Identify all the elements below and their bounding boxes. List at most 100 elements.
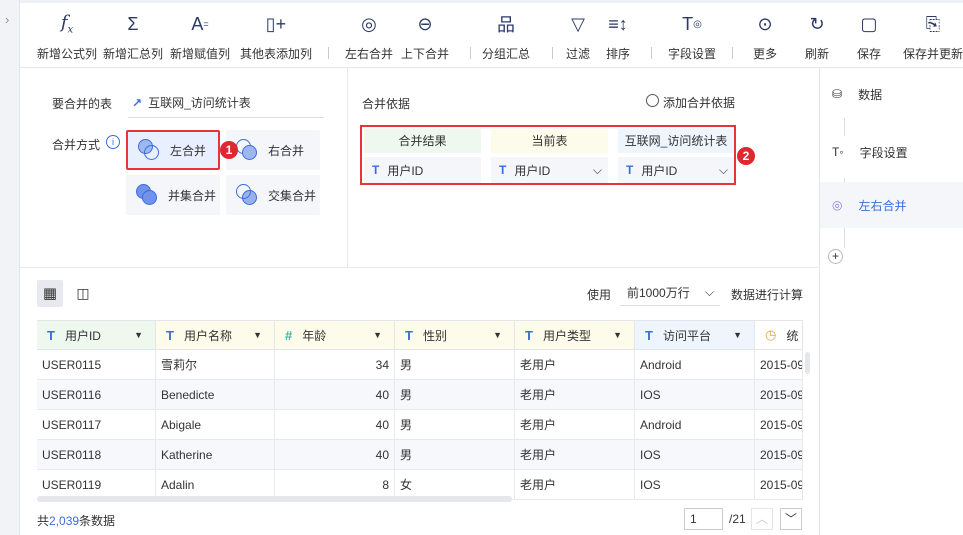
- chevron-down-icon: ⌵: [704, 285, 714, 299]
- text-type-icon: T: [499, 163, 507, 177]
- toolbar-add-column-button[interactable]: ▯+ 其他表添加列: [239, 3, 313, 69]
- toolbar-sigma-button[interactable]: Σ 新增汇总列: [98, 3, 168, 69]
- step-field-settings[interactable]: T◦ 字段设置: [820, 123, 963, 181]
- row-limit-select[interactable]: 前1000万行 ⌵: [620, 280, 720, 306]
- layout-view-button[interactable]: ◫: [72, 280, 94, 307]
- table-select[interactable]: ↗ 互联网_访问统计表: [128, 88, 324, 118]
- toolbar-save-update-button[interactable]: ⎘ 保存并更新: [898, 3, 963, 69]
- table-row: USER0115 雪莉尔 34 男老用户 Android 2015-09: [37, 350, 803, 380]
- step-data[interactable]: ⛁ 数据: [820, 65, 963, 123]
- compute-label: 数据进行计算: [731, 288, 804, 302]
- toolbar-separator: [470, 47, 471, 59]
- table-row: USER0118 Katherine 40 男老用户 IOS 2015-09: [37, 440, 803, 470]
- table-cell: 男: [395, 440, 515, 470]
- column-header[interactable]: ◷ 统: [755, 321, 803, 349]
- add-basis-label: 添加合并依据: [663, 96, 736, 110]
- add-basis-button[interactable]: 添加合并依据: [646, 94, 735, 111]
- column-header[interactable]: T 用户ID ▼: [37, 321, 156, 349]
- table-cell: 老用户: [515, 410, 635, 440]
- table-cell: 男: [395, 380, 515, 410]
- column-header[interactable]: # 年龄 ▼: [275, 321, 395, 349]
- next-page-button[interactable]: ﹀: [780, 508, 802, 530]
- method-label-text: 右合并: [268, 143, 305, 158]
- toolbar-sort-button[interactable]: ≡↕ 排序: [583, 3, 653, 69]
- fx-icon: fx: [60, 12, 74, 36]
- toolbar-label: 其他表添加列: [239, 47, 313, 61]
- grid-view-button[interactable]: ▦: [37, 280, 63, 307]
- sort-dropdown-icon[interactable]: ▼: [134, 330, 143, 340]
- intersect-merge-icon: [236, 184, 258, 206]
- table-cell: 40: [275, 380, 395, 410]
- sort-dropdown-icon[interactable]: ▼: [613, 330, 622, 340]
- step-horizontal-merge[interactable]: ◎ 左右合并: [820, 182, 963, 228]
- sort-dropdown-icon[interactable]: ▼: [493, 330, 502, 340]
- add-column-icon: ▯+: [265, 13, 287, 34]
- field-settings-icon: T◦: [832, 145, 844, 159]
- prev-page-button[interactable]: ︿: [751, 508, 773, 530]
- method-right-merge[interactable]: 右合并: [226, 130, 320, 170]
- table-cell: 老用户: [515, 350, 635, 380]
- count-prefix: 共: [37, 514, 50, 528]
- table-cell: 2015-09: [755, 350, 803, 380]
- method-union-merge[interactable]: 并集合并: [126, 175, 220, 215]
- column-name: 用户类型: [542, 328, 591, 343]
- toolbar-field-settings-button[interactable]: T ◎ 字段设置: [657, 3, 727, 69]
- table-cell: IOS: [635, 380, 755, 410]
- vertical-scrollbar[interactable]: [805, 352, 810, 374]
- sort-dropdown-icon[interactable]: ▼: [253, 330, 262, 340]
- column-header[interactable]: T 用户名称 ▼: [156, 321, 275, 349]
- method-left-merge[interactable]: 左合并: [126, 130, 220, 170]
- method-intersect-merge[interactable]: 交集合并: [226, 175, 320, 215]
- sort-dropdown-icon[interactable]: ▼: [733, 330, 742, 340]
- basis-current-select[interactable]: T 用户ID ⌵: [491, 157, 608, 183]
- toolbar-vertical-merge-button[interactable]: ⊖ 上下合并: [390, 3, 460, 69]
- count-value: 2,039: [49, 514, 80, 528]
- column-header[interactable]: T 用户类型 ▼: [515, 321, 635, 349]
- toolbar-label: 保存并更新: [902, 47, 963, 61]
- clock-icon: ◷: [765, 327, 777, 342]
- horizontal-merge-icon: ◎: [361, 13, 377, 34]
- horizontal-scrollbar[interactable]: [37, 496, 512, 502]
- table-name: 互联网_访问统计表: [148, 96, 251, 110]
- use-label: 使用: [587, 288, 612, 302]
- steps-sidebar: ⛁ 数据 T◦ 字段设置 ◎ 左右合并 +: [819, 68, 963, 535]
- basis-label: 合并依据: [362, 97, 411, 111]
- toolbar-save-button[interactable]: ▢ 保存: [834, 3, 904, 69]
- table-cell: 老用户: [515, 440, 635, 470]
- column-header[interactable]: T 访问平台 ▼: [635, 321, 755, 349]
- basis-table: 合并结果 当前表 互联网_访问统计表 T 用户ID T 用户ID ⌵ T 用户ID ⌵: [360, 125, 736, 185]
- table-cell: 40: [275, 410, 395, 440]
- toolbar-label: 新增赋值列: [169, 47, 231, 61]
- column-header[interactable]: T 性别 ▼: [395, 321, 515, 349]
- table-cell: Benedicte: [156, 380, 275, 410]
- save-icon: ▢: [860, 13, 878, 34]
- merge-config-panel: 要合并的表 ↗ 互联网_访问统计表 合并方式 i 左合并 右合并 并集合并 交集合…: [20, 68, 818, 268]
- table-cell: 2015-09: [755, 470, 803, 500]
- dataset-icon: ↗: [132, 95, 143, 110]
- toolbar-group-button[interactable]: 品分组汇总: [471, 3, 541, 69]
- method-label: 合并方式: [52, 138, 101, 152]
- record-count: 共2,039条数据: [37, 512, 115, 529]
- column-name: 年龄: [302, 328, 327, 343]
- column-name: 访问平台: [662, 328, 711, 343]
- add-step-button[interactable]: +: [828, 249, 843, 264]
- more-icon: ⊙: [757, 13, 773, 34]
- toolbar-fx-button[interactable]: fx 新增公式列: [32, 3, 102, 69]
- basis-header-result: 合并结果: [364, 129, 481, 153]
- table-cell: 40: [275, 440, 395, 470]
- page-input[interactable]: 1: [684, 508, 723, 530]
- toolbar-separator: [552, 47, 553, 59]
- table-cell: 2015-09: [755, 410, 803, 440]
- text-type-icon: T: [405, 327, 413, 343]
- sort-dropdown-icon[interactable]: ▼: [373, 330, 382, 340]
- toolbar-assign-button[interactable]: A = 新增赋值列: [165, 3, 235, 69]
- table-cell: USER0117: [37, 410, 156, 440]
- chevron-right-icon[interactable]: ›: [5, 12, 9, 27]
- collapse-strip[interactable]: ›: [0, 0, 20, 535]
- basis-target-select[interactable]: T 用户ID ⌵: [618, 157, 734, 183]
- toolbar: fx 新增公式列 Σ 新增汇总列 A = 新增赋值列 ▯+ 其他表添加列 ◎ 左右合并 ⊖ 上下合并 品分…: [20, 0, 963, 68]
- info-icon[interactable]: i: [106, 135, 120, 149]
- toolbar-label: 排序: [605, 47, 631, 61]
- sigma-icon: Σ: [127, 13, 139, 34]
- step-connector: [844, 228, 845, 248]
